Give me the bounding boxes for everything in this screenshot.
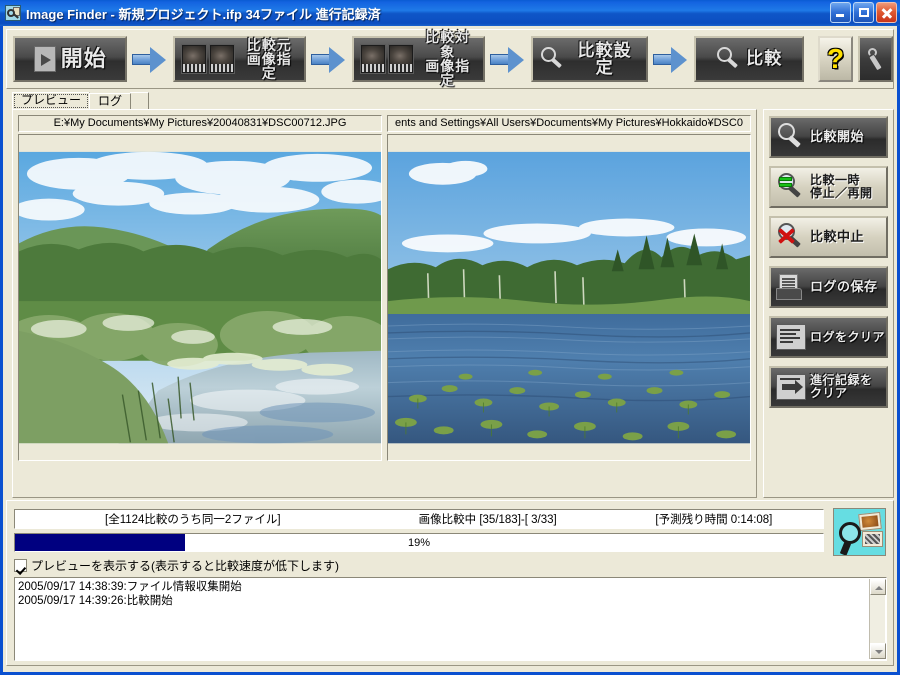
help-button[interactable]: ? — [818, 36, 853, 82]
status-remaining: [予測残り時間 0:14:08] — [655, 514, 773, 526]
app-logo-badge — [833, 508, 886, 556]
toolbar-start-button[interactable]: 開始 — [13, 36, 128, 82]
window-title: Image Finder - 新規プロジェクト.ifp 34ファイル 進行記録済 — [26, 6, 381, 22]
wrench-magnifier-icon — [539, 46, 565, 72]
right-image-frame[interactable] — [387, 134, 751, 461]
progress-bar-label: 19% — [407, 536, 431, 549]
tab-preview[interactable]: プレビュー — [12, 92, 91, 110]
flow-arrow-icon — [652, 46, 689, 73]
magnifier-stop-icon — [776, 222, 806, 252]
toolbar-target-images-button[interactable]: 比較対象 画像指定 — [352, 30, 485, 87]
right-image-path: ents and Settings¥All Users¥Documents¥My… — [387, 115, 751, 132]
show-preview-label: プレビューを表示する(表示すると比較速度が低下します) — [31, 559, 339, 573]
save-log-icon — [776, 274, 806, 300]
clear-progress-icon — [776, 374, 806, 400]
magnifier-icon — [715, 46, 741, 72]
toolbar-compare-button[interactable]: 比較 — [693, 36, 804, 82]
action-panel: 比較開始 比較一時 停止／再開 比較中止 ログの保存 ログをクリア 進行記録を … — [763, 109, 894, 498]
image-pair-icon — [360, 44, 415, 74]
show-preview-checkbox-row[interactable]: プレビューを表示する(表示すると比較速度が低下します) — [14, 557, 339, 574]
flow-arrow-icon — [311, 46, 347, 73]
right-photo — [388, 135, 750, 460]
toolbar-source-images-button[interactable]: 比較元 画像指定 — [173, 36, 307, 82]
scroll-up-button[interactable] — [870, 579, 886, 595]
tab-filler — [130, 92, 150, 110]
clear-log-button[interactable]: ログをクリア — [769, 316, 888, 358]
settings-button[interactable] — [858, 36, 894, 82]
pause-resume-comparison-button[interactable]: 比較一時 停止／再開 — [769, 166, 888, 208]
app-logo-icon — [5, 5, 21, 21]
preview-right: ents and Settings¥All Users¥Documents¥My… — [387, 115, 751, 493]
flow-arrow-icon — [489, 46, 526, 73]
left-image-path: E:¥My Documents¥My Pictures¥20040831¥DSC… — [18, 115, 382, 132]
status-current: 画像比較中 [35/183]-[ 3/33] — [418, 514, 557, 526]
tab-strip: プレビュー ログ — [12, 92, 150, 110]
save-log-button[interactable]: ログの保存 — [769, 266, 888, 308]
middle-area: プレビュー ログ E:¥My Documents¥My Pictures¥200… — [6, 92, 894, 498]
flow-arrow-icon — [132, 46, 168, 73]
log-textarea[interactable]: 2005/09/17 14:38:39:ファイル情報収集開始 2005/09/1… — [14, 577, 887, 661]
start-comparison-button[interactable]: 比較開始 — [769, 116, 888, 158]
wrench-icon — [865, 47, 887, 71]
maximize-button[interactable] — [853, 2, 874, 23]
toolbar-compare-settings-button[interactable]: 比較設定 — [530, 36, 648, 82]
clear-log-icon — [776, 324, 806, 350]
preview-left: E:¥My Documents¥My Pictures¥20040831¥DSC… — [18, 115, 382, 493]
magnifier-pause-icon — [776, 172, 806, 202]
log-content: 2005/09/17 14:38:39:ファイル情報収集開始 2005/09/1… — [18, 581, 242, 607]
window-controls — [830, 2, 897, 23]
image-pair-icon — [181, 44, 236, 74]
client-area: 開始 比較元 画像指定 比較対象 画像指定 比較設定 比較 ? プレビュー ログ… — [3, 26, 897, 672]
play-document-icon — [33, 46, 56, 72]
tab-log[interactable]: ログ — [89, 93, 132, 110]
left-photo — [19, 135, 381, 460]
show-preview-checkbox[interactable] — [14, 559, 27, 572]
status-total: [全1124比較のうち同一2ファイル] — [105, 514, 281, 526]
minimize-button[interactable] — [830, 2, 851, 23]
close-button[interactable] — [876, 2, 897, 23]
question-mark-icon: ? — [826, 43, 845, 74]
application-window: Image Finder - 新規プロジェクト.ifp 34ファイル 進行記録済… — [0, 0, 900, 675]
clear-progress-button[interactable]: 進行記録を クリア — [769, 366, 888, 408]
left-image-frame[interactable] — [18, 134, 382, 461]
status-panel: [全1124比較のうち同一2ファイル] 画像比較中 [35/183]-[ 3/3… — [6, 500, 894, 666]
progress-bar: 19% — [14, 533, 824, 552]
title-bar[interactable]: Image Finder - 新規プロジェクト.ifp 34ファイル 進行記録済 — [0, 0, 900, 26]
preview-panel: E:¥My Documents¥My Pictures¥20040831¥DSC… — [12, 109, 757, 498]
scroll-down-button[interactable] — [870, 643, 886, 659]
status-row: [全1124比較のうち同一2ファイル] 画像比較中 [35/183]-[ 3/3… — [14, 509, 824, 529]
main-toolbar: 開始 比較元 画像指定 比較対象 画像指定 比較設定 比較 ? — [6, 29, 894, 89]
magnifier-icon — [776, 122, 806, 152]
stop-comparison-button[interactable]: 比較中止 — [769, 216, 888, 258]
log-scrollbar[interactable] — [869, 579, 886, 659]
